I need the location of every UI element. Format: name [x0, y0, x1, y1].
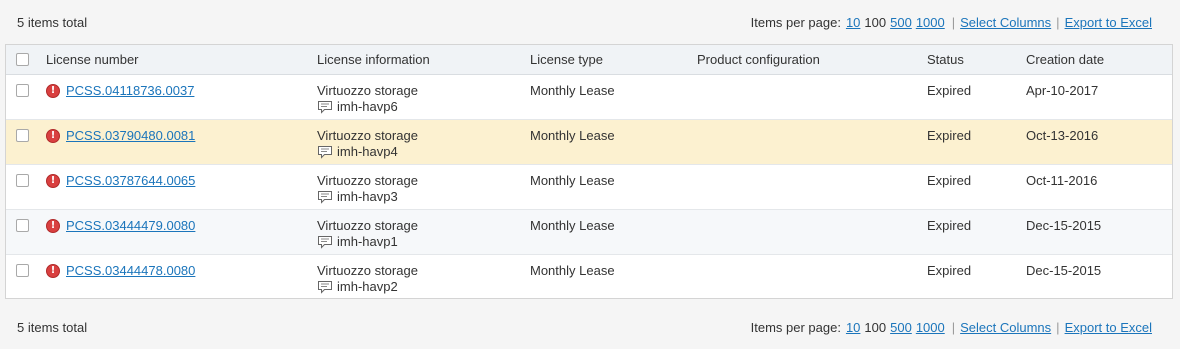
select-columns-link[interactable]: Select Columns — [960, 15, 1051, 30]
per-page-500-link[interactable]: 500 — [890, 15, 912, 30]
comment-icon — [318, 145, 332, 159]
items-per-page-label: Items per page: — [750, 14, 841, 30]
licenses-table: License number License information Licen… — [5, 44, 1173, 299]
license-type-cell: Monthly Lease — [530, 128, 615, 143]
license-number-link[interactable]: PCSS.03444479.0080 — [66, 218, 195, 233]
license-note: imh-havp3 — [337, 189, 398, 204]
creation-date-cell: Oct-13-2016 — [1026, 128, 1099, 143]
per-page-500-link[interactable]: 500 — [890, 320, 912, 335]
table-row[interactable]: ! PCSS.03444478.0080 Virtuozzo storage i… — [6, 255, 1172, 298]
separator: | — [1056, 319, 1060, 335]
error-icon: ! — [46, 263, 60, 278]
comment-icon — [318, 100, 332, 114]
license-number-cell: ! PCSS.04118736.0037 — [46, 83, 194, 98]
row-checkbox[interactable] — [16, 219, 29, 232]
items-total: 5 items total — [17, 319, 88, 335]
column-header-creation-date[interactable]: Creation date — [1026, 45, 1104, 74]
table-row[interactable]: ! PCSS.04118736.0037 Virtuozzo storage i… — [6, 75, 1172, 120]
license-number-link[interactable]: PCSS.04118736.0037 — [66, 83, 194, 98]
creation-date-cell: Apr-10-2017 — [1026, 83, 1099, 98]
table-row[interactable]: ! PCSS.03444479.0080 Virtuozzo storage i… — [6, 210, 1172, 255]
license-number-cell: ! PCSS.03444479.0080 — [46, 218, 195, 233]
license-note: imh-havp4 — [337, 144, 398, 159]
comment-icon — [318, 280, 332, 294]
items-per-page-label: Items per page: — [750, 319, 841, 335]
license-product: Virtuozzo storage — [317, 263, 418, 278]
select-all-checkbox[interactable] — [16, 53, 29, 66]
license-information-cell: Virtuozzo storage imh-havp1 — [317, 218, 418, 249]
top-toolbar: 5 items total Items per page: 10 100 500… — [0, 0, 1180, 44]
status-cell: Expired — [927, 218, 972, 233]
separator: | — [951, 319, 956, 335]
row-checkbox[interactable] — [16, 174, 29, 187]
export-to-excel-link[interactable]: Export to Excel — [1065, 320, 1152, 335]
creation-date-cell: Dec-15-2015 — [1026, 263, 1102, 278]
license-product: Virtuozzo storage — [317, 218, 418, 233]
license-information-cell: Virtuozzo storage imh-havp3 — [317, 173, 418, 204]
error-icon: ! — [46, 83, 60, 98]
row-checkbox[interactable] — [16, 84, 29, 97]
pager: Items per page: 10 100 500 1000 | Select… — [751, 320, 1152, 335]
column-header-license-type[interactable]: License type — [530, 45, 603, 74]
license-number-link[interactable]: PCSS.03790480.0081 — [66, 128, 195, 143]
per-page-100-current: 100 — [864, 319, 887, 335]
row-checkbox[interactable] — [16, 129, 29, 142]
column-header-license-number[interactable]: License number — [46, 45, 139, 74]
license-type-cell: Monthly Lease — [530, 218, 615, 233]
license-number-cell: ! PCSS.03444478.0080 — [46, 263, 195, 278]
error-icon: ! — [46, 173, 60, 188]
export-to-excel-link[interactable]: Export to Excel — [1065, 15, 1152, 30]
license-number-cell: ! PCSS.03790480.0081 — [46, 128, 195, 143]
status-cell: Expired — [927, 173, 972, 188]
per-page-1000-link[interactable]: 1000 — [916, 320, 945, 335]
license-type-cell: Monthly Lease — [530, 263, 615, 278]
creation-date-cell: Oct-11-2016 — [1026, 173, 1098, 188]
separator: | — [951, 14, 956, 30]
license-product: Virtuozzo storage — [317, 83, 418, 98]
status-cell: Expired — [927, 128, 972, 143]
status-cell: Expired — [927, 83, 972, 98]
license-type-cell: Monthly Lease — [530, 173, 615, 188]
per-page-10-link[interactable]: 10 — [846, 15, 860, 30]
column-header-license-information[interactable]: License information — [317, 45, 430, 74]
license-product: Virtuozzo storage — [317, 128, 418, 143]
select-columns-link[interactable]: Select Columns — [960, 320, 1051, 335]
license-number-cell: ! PCSS.03787644.0065 — [46, 173, 195, 188]
license-information-cell: Virtuozzo storage imh-havp2 — [317, 263, 418, 294]
items-total: 5 items total — [17, 14, 88, 30]
license-number-link[interactable]: PCSS.03787644.0065 — [66, 173, 195, 188]
table-header: License number License information Licen… — [6, 45, 1172, 75]
table-row[interactable]: ! PCSS.03790480.0081 Virtuozzo storage i… — [6, 120, 1172, 165]
license-information-cell: Virtuozzo storage imh-havp6 — [317, 83, 418, 114]
license-note: imh-havp2 — [337, 279, 398, 294]
license-product: Virtuozzo storage — [317, 173, 418, 188]
error-icon: ! — [46, 218, 60, 233]
per-page-100-current: 100 — [864, 14, 887, 30]
comment-icon — [318, 235, 332, 249]
bottom-toolbar: 5 items total Items per page: 10 100 500… — [0, 305, 1180, 349]
separator: | — [1056, 14, 1060, 30]
license-note: imh-havp6 — [337, 99, 398, 114]
error-icon: ! — [46, 128, 60, 143]
comment-icon — [318, 190, 332, 204]
column-header-product-configuration[interactable]: Product configuration — [697, 45, 820, 74]
license-type-cell: Monthly Lease — [530, 83, 615, 98]
license-number-link[interactable]: PCSS.03444478.0080 — [66, 263, 195, 278]
column-header-status[interactable]: Status — [927, 45, 964, 74]
pager: Items per page: 10 100 500 1000 | Select… — [751, 15, 1152, 30]
license-information-cell: Virtuozzo storage imh-havp4 — [317, 128, 418, 159]
status-cell: Expired — [927, 263, 972, 278]
license-note: imh-havp1 — [337, 234, 398, 249]
creation-date-cell: Dec-15-2015 — [1026, 218, 1102, 233]
row-checkbox[interactable] — [16, 264, 29, 277]
per-page-1000-link[interactable]: 1000 — [916, 15, 945, 30]
table-row[interactable]: ! PCSS.03787644.0065 Virtuozzo storage i… — [6, 165, 1172, 210]
per-page-10-link[interactable]: 10 — [846, 320, 860, 335]
